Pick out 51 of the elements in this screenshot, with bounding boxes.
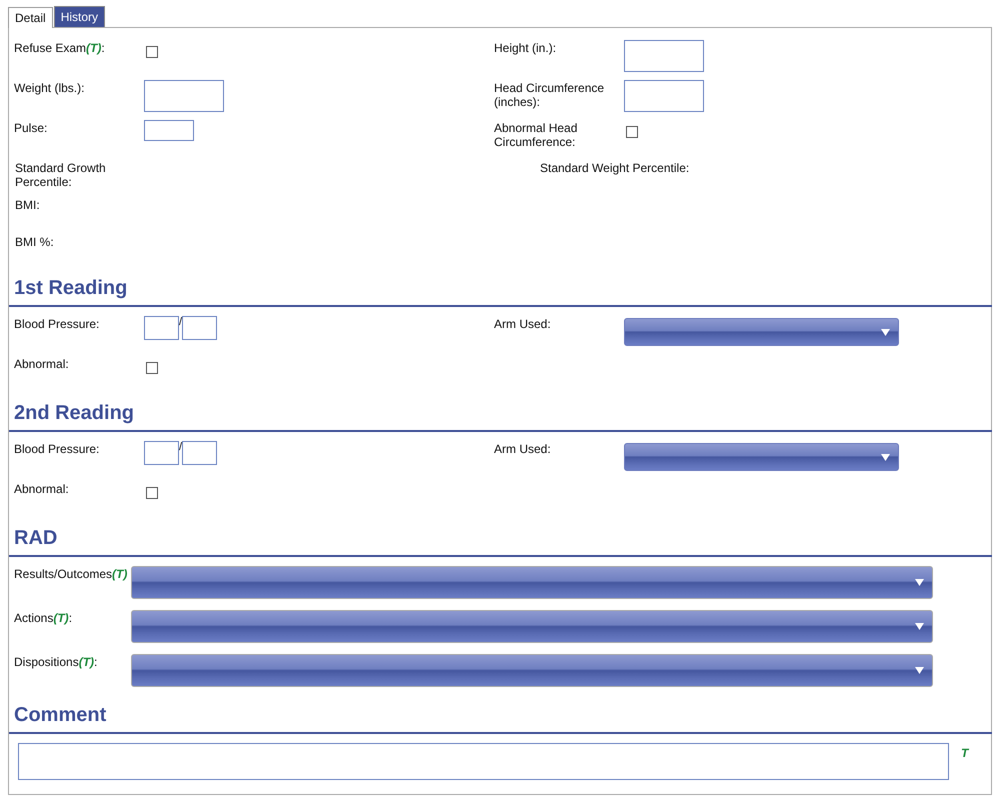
dropdown[interactable] <box>131 566 933 599</box>
field-label: Head Circumference (inches): <box>494 80 606 109</box>
tab[interactable]: Detail <box>8 7 53 28</box>
separator: / <box>179 316 182 328</box>
checkbox[interactable] <box>146 46 158 58</box>
section-heading: RAD <box>9 521 992 557</box>
field-label: Blood Pressure: <box>14 441 100 456</box>
field-label: Pulse: <box>14 120 48 135</box>
text-mark: T <box>961 745 968 760</box>
systolic-field[interactable] <box>144 441 179 465</box>
field-label: Results/Outcomes(T) <box>14 566 128 581</box>
separator: / <box>179 441 182 453</box>
field-label: Actions(T): <box>14 610 74 625</box>
field-label: BMI %: <box>14 234 55 249</box>
checkbox[interactable] <box>146 362 158 374</box>
tab[interactable]: History <box>54 6 106 27</box>
input-field[interactable] <box>624 80 704 112</box>
dropdown[interactable] <box>131 610 933 643</box>
systolic-field[interactable] <box>144 316 179 340</box>
input-field[interactable] <box>144 80 224 112</box>
field-label: Abnormal: <box>14 356 70 371</box>
input-field[interactable] <box>144 120 194 141</box>
dropdown[interactable] <box>131 654 933 687</box>
field-label: Arm Used: <box>494 441 552 456</box>
caret-icon <box>915 623 924 630</box>
field-label: Standard Weight Percentile: <box>539 160 690 175</box>
field-label: BMI: <box>14 197 41 212</box>
field-label: Abnormal: <box>14 481 70 496</box>
field-label: Refuse Exam(T): <box>14 40 106 55</box>
field-label: Blood Pressure: <box>14 316 100 331</box>
diastolic-field[interactable] <box>182 441 218 465</box>
dropdown[interactable] <box>624 443 899 471</box>
field-label: Arm Used: <box>494 316 552 331</box>
section-heading: Comment <box>9 698 992 734</box>
field-label: Abnormal Head Circumference: <box>494 120 578 149</box>
checkbox[interactable] <box>626 126 638 138</box>
field-label: Standard Growth Percentile: <box>14 160 107 189</box>
field-label: Height (in.): <box>494 40 558 55</box>
caret-icon <box>881 454 890 460</box>
dropdown[interactable] <box>624 318 899 346</box>
field-label: Dispositions(T): <box>14 654 98 669</box>
caret-icon <box>915 579 924 586</box>
field-label: Weight (lbs.): <box>14 80 86 95</box>
checkbox[interactable] <box>146 487 158 499</box>
section-heading: 2nd Reading <box>9 396 992 432</box>
comment-field[interactable] <box>18 743 949 780</box>
diastolic-field[interactable] <box>182 316 218 340</box>
caret-icon <box>881 328 890 336</box>
caret-icon <box>915 667 924 674</box>
input-field[interactable] <box>624 40 704 72</box>
section-heading: 1st Reading <box>9 271 992 307</box>
